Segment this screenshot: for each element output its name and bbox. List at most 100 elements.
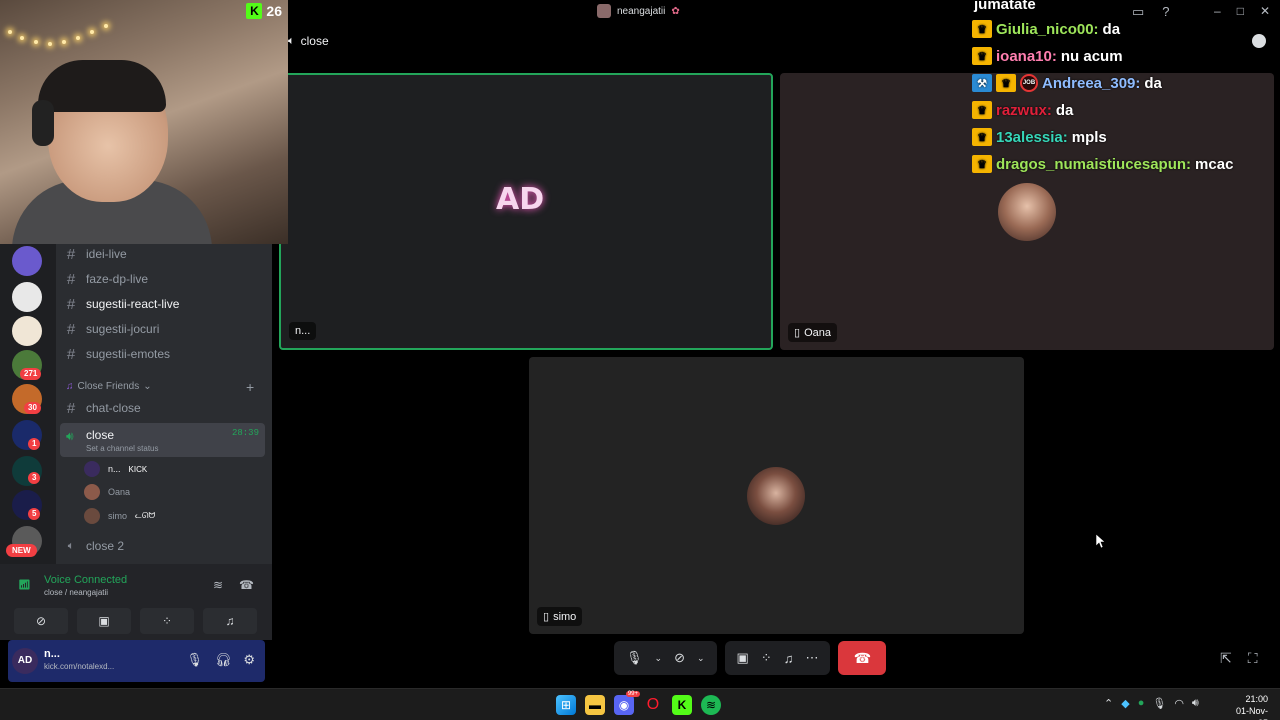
more-icon[interactable]: ⋯	[805, 650, 818, 666]
system-clock[interactable]: 21:00 01-Nov-25	[1228, 693, 1268, 720]
maximize-icon[interactable]: □	[1237, 4, 1244, 18]
voice-member[interactable]: simo ᓚᘏᗢ	[84, 508, 155, 524]
participant-tile[interactable]: ▯ simo	[529, 357, 1024, 634]
soundboard-icon: ♫	[225, 614, 235, 628]
member-name: Oana	[108, 487, 131, 497]
popout-icon[interactable]: ⇱	[1220, 650, 1232, 667]
crown-badge-icon: ♛	[972, 47, 992, 65]
opera-icon[interactable]: O	[643, 695, 663, 715]
speaker-icon: 🔈︎	[67, 539, 75, 552]
channel-item[interactable]: # chat-close	[64, 396, 141, 420]
new-badge: NEW	[6, 544, 37, 557]
channel-status[interactable]: Set a channel status	[86, 444, 159, 453]
channel-item[interactable]: # idei-live	[64, 242, 127, 266]
volume-icon[interactable]: 🔊︎	[1192, 697, 1199, 710]
inbox-icon[interactable]: ▭	[1132, 4, 1144, 20]
help-icon[interactable]: ?	[1162, 4, 1169, 20]
channel-header: 🔈︎ close	[288, 34, 329, 48]
server-icon[interactable]	[12, 316, 42, 346]
voice-panel-icons: ≋ ☎	[213, 578, 254, 592]
voice-channel-item[interactable]: 🔈︎ close 2	[64, 534, 124, 558]
file-explorer-icon[interactable]: ▬	[585, 695, 605, 715]
chat-username[interactable]: dragos_numaistiucesapun:	[996, 156, 1191, 173]
chevron-down-icon[interactable]: ⌄	[697, 653, 705, 664]
user-avatar[interactable]: AD	[12, 648, 38, 674]
channel-item[interactable]: # faze-dp-live	[64, 267, 148, 291]
opera-notification-badge: 99+	[625, 691, 640, 697]
kick-app-icon[interactable]: K	[672, 695, 692, 715]
hash-icon: #	[66, 345, 76, 363]
unread-badge: 1	[28, 438, 41, 450]
camera-off-icon[interactable]: ⊘	[674, 650, 685, 666]
screen-share-icon[interactable]: ▣	[737, 650, 749, 666]
channel-list: # idei-live # faze-dp-live # sugestii-re…	[56, 244, 272, 564]
soundboard-button[interactable]: ♫	[203, 608, 257, 634]
wifi-icon[interactable]: ◠	[1174, 697, 1184, 710]
server-icon[interactable]	[12, 246, 42, 276]
chat-text: da	[1055, 101, 1074, 119]
voice-member[interactable]: Oana	[84, 484, 130, 500]
voice-channel-active[interactable]: 🔊︎ close Set a channel status 28:39	[60, 423, 265, 457]
tray-expand-icon[interactable]: ⌃	[1104, 697, 1113, 710]
channel-title: close	[300, 34, 329, 48]
server-icon	[597, 4, 611, 18]
chat-toggle-icon[interactable]	[1252, 34, 1266, 48]
username[interactable]: n...	[44, 648, 60, 660]
voice-member[interactable]: n... KICK	[84, 461, 147, 477]
member-name: simo	[108, 511, 128, 521]
chat-message: ♛ ioana10: nu acum	[972, 47, 1123, 65]
add-channel-icon[interactable]: +	[246, 379, 254, 395]
chevron-down-icon[interactable]: ⌄	[655, 653, 663, 664]
window-controls: – □ ✕	[1214, 4, 1270, 18]
window-title: neangajatii ✿	[597, 4, 680, 18]
channel-item[interactable]: # sugestii-jocuri	[64, 317, 160, 341]
channel-label: sugestii-emotes	[86, 347, 171, 361]
speaker-icon: 🔊︎	[66, 429, 74, 443]
chat-text: mpls	[1071, 128, 1107, 146]
close-icon[interactable]: ✕	[1260, 4, 1270, 18]
crown-badge-icon: ♛	[972, 155, 992, 173]
chat-text: mcac	[1195, 155, 1234, 173]
hash-icon: #	[66, 270, 76, 288]
mouse-cursor-icon	[1096, 534, 1106, 548]
chat-username[interactable]: ioana10:	[996, 48, 1057, 65]
camera-button[interactable]: ⊘	[14, 608, 68, 634]
channel-label: chat-close	[86, 401, 141, 415]
tray-app-icon[interactable]: ◆	[1121, 697, 1129, 710]
activities-button[interactable]: ⁘	[140, 608, 194, 634]
activities-icon[interactable]: ⁘	[761, 650, 772, 666]
chat-username[interactable]: razwux:	[996, 102, 1052, 119]
chat-username[interactable]: Andreea_309:	[1042, 75, 1140, 92]
avatar	[84, 508, 100, 524]
chat-username[interactable]: 13alessia:	[996, 129, 1068, 146]
noise-suppression-icon[interactable]: ≋	[213, 578, 223, 592]
microphone-icon[interactable]: 🎙︎	[1152, 697, 1166, 710]
soundboard-icon[interactable]: ♫	[784, 651, 794, 666]
microphone-icon[interactable]: 🎙︎	[626, 650, 643, 666]
voice-connected-label[interactable]: Voice Connected	[44, 574, 127, 586]
chat-username[interactable]: Giulia_nico00:	[996, 21, 1099, 38]
participant-name: simo	[553, 610, 577, 623]
hash-icon: #	[66, 245, 76, 263]
channel-item[interactable]: # sugestii-emotes	[64, 342, 170, 366]
headphones-icon[interactable]: 🎧︎	[215, 652, 232, 668]
user-panel: AD n... kick.com/notalexd... 🎙︎ 🎧︎ ⚙	[8, 640, 265, 682]
channel-item[interactable]: # sugestii-react-live	[64, 292, 180, 316]
server-icon[interactable]	[12, 282, 42, 312]
user-controls: 🎙︎ 🎧︎ ⚙	[186, 652, 255, 668]
microphone-icon[interactable]: 🎙︎	[186, 652, 203, 668]
disconnect-icon[interactable]: ☎	[239, 578, 254, 592]
screen-share-button[interactable]: ▣	[77, 608, 131, 634]
disconnect-button[interactable]: ☎	[838, 641, 887, 675]
discord-icon[interactable]: ◉ 99+	[614, 691, 640, 715]
crown-badge-icon: ♛	[996, 74, 1016, 92]
spotify-icon[interactable]: ≋	[701, 695, 721, 715]
windows-start-icon[interactable]: ⊞	[556, 695, 576, 715]
category-close-friends[interactable]: ♫ Close Friends ⌄ +	[66, 379, 254, 395]
fullscreen-icon[interactable]: ⛶	[1248, 650, 1258, 667]
minimize-icon[interactable]: –	[1214, 4, 1221, 18]
tray-status-icon[interactable]: ●	[1138, 697, 1145, 710]
signal-icon[interactable]: 📶︎	[18, 580, 32, 592]
gear-icon[interactable]: ⚙	[243, 652, 255, 668]
headset	[32, 100, 54, 146]
